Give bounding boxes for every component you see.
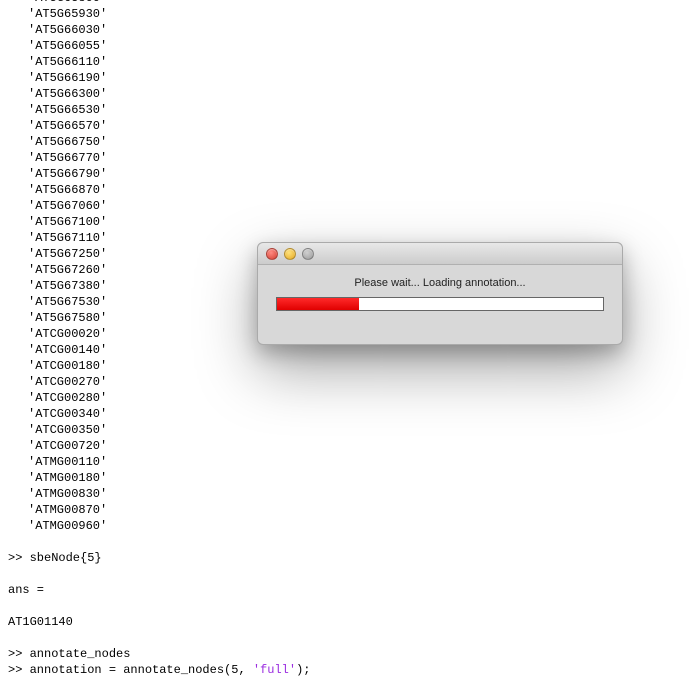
list-item: 'AT5G67060' (8, 198, 681, 214)
list-item: 'ATCG00350' (8, 422, 681, 438)
list-item: 'AT5G66770' (8, 150, 681, 166)
dialog-body: Please wait... Loading annotation... (258, 265, 622, 323)
command-line: >> sbeNode{5} (8, 550, 681, 566)
list-item: 'ATMG00870' (8, 502, 681, 518)
ans-value: AT1G01140 (8, 614, 681, 630)
list-item: 'AT5G65930' (8, 6, 681, 22)
list-item: 'ATMG00110' (8, 454, 681, 470)
list-item: 'ATCG00280' (8, 390, 681, 406)
command-line: >> annotate_nodes (8, 646, 681, 662)
list-item: 'AT5G66190' (8, 70, 681, 86)
list-item: 'ATCG00270' (8, 374, 681, 390)
zoom-icon[interactable] (302, 248, 314, 260)
list-item: 'AT5G66055' (8, 38, 681, 54)
dialog-titlebar[interactable] (258, 243, 622, 265)
list-item: 'ATCG00340' (8, 406, 681, 422)
dialog-message: Please wait... Loading annotation... (276, 277, 604, 289)
list-item: 'ATMG00960' (8, 518, 681, 534)
list-item: 'AT5G66750' (8, 134, 681, 150)
list-item: 'ATCG00720' (8, 438, 681, 454)
list-item: 'ATCG00180' (8, 358, 681, 374)
ans-label: ans = (8, 582, 681, 598)
list-item: 'AT5G66530' (8, 102, 681, 118)
minimize-icon[interactable] (284, 248, 296, 260)
close-icon[interactable] (266, 248, 278, 260)
list-item: 'AT5G66030' (8, 22, 681, 38)
list-item: 'ATMG00830' (8, 486, 681, 502)
command-line: >> annotation = annotate_nodes(5, 'full'… (8, 662, 681, 678)
list-item: 'AT5G66110' (8, 54, 681, 70)
list-item: 'AT5G66790' (8, 166, 681, 182)
progress-bar (276, 297, 604, 311)
progress-fill (277, 298, 359, 310)
list-item: 'AT5G66570' (8, 118, 681, 134)
list-item: 'AT5G66870' (8, 182, 681, 198)
progress-dialog: Please wait... Loading annotation... (257, 242, 623, 345)
list-item: 'AT5G66300' (8, 86, 681, 102)
list-item: 'AT5G67100' (8, 214, 681, 230)
list-item: 'ATMG00180' (8, 470, 681, 486)
